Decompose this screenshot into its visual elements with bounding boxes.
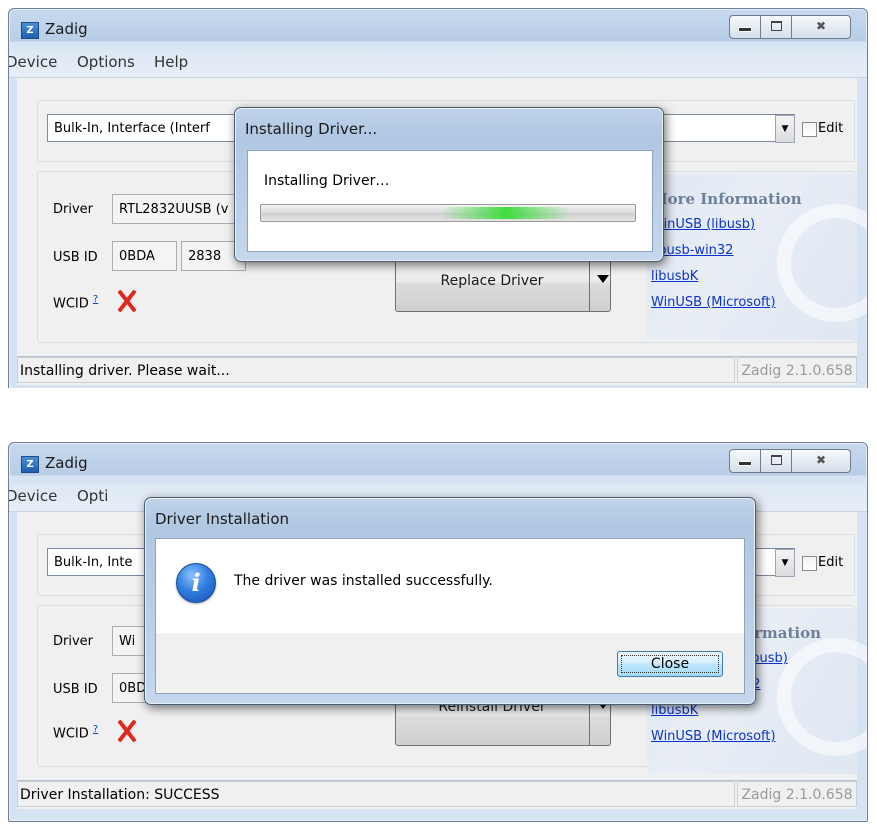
- more-info-title: More Information: [651, 190, 802, 208]
- minimize-button[interactable]: [729, 15, 761, 39]
- version-label: Zadig 2.1.0.658: [737, 357, 857, 383]
- menu-device[interactable]: Device: [9, 487, 57, 505]
- replace-driver-label: Replace Driver: [440, 273, 544, 289]
- menu-bar: Device Options Help: [9, 49, 867, 78]
- dialog-body: Installing Driver…: [247, 150, 653, 252]
- wcid-text: WCID: [53, 296, 89, 312]
- decorative-ring: [777, 638, 867, 756]
- chevron-down-icon[interactable]: ▼: [775, 115, 795, 143]
- wcid-cross-icon: [115, 720, 137, 742]
- wcid-text: WCID: [53, 726, 89, 742]
- link-winusb-microsoft[interactable]: WinUSB (Microsoft): [651, 729, 776, 744]
- close-window-button[interactable]: ✖: [791, 449, 851, 473]
- link-libusbk[interactable]: libusbK: [651, 269, 698, 284]
- usb-vid-field: 0BDA: [112, 241, 177, 271]
- progress-glow: [441, 207, 571, 219]
- menu-options[interactable]: Opti: [77, 487, 108, 505]
- edit-checkbox[interactable]: [802, 556, 817, 571]
- maximize-button[interactable]: [760, 449, 792, 473]
- status-bar: Installing driver. Please wait... Zadig …: [17, 356, 857, 385]
- message-area: i The driver was installed successfully.: [156, 539, 744, 633]
- wcid-cross-icon: [115, 290, 137, 312]
- close-icon: ✖: [815, 453, 827, 467]
- status-text: Installing driver. Please wait...: [17, 357, 735, 383]
- maximize-icon: [770, 21, 782, 31]
- zadig-app-icon: Z: [21, 22, 39, 39]
- title-bar[interactable]: Z Zadig ✖: [9, 443, 867, 483]
- progress-message: Installing Driver…: [264, 173, 390, 189]
- version-label: Zadig 2.1.0.658: [737, 781, 857, 807]
- link-winusb-microsoft[interactable]: WinUSB (Microsoft): [651, 295, 776, 310]
- chevron-down-icon[interactable]: [597, 275, 609, 283]
- dialog-title: Installing Driver...: [245, 120, 378, 138]
- driver-label: Driver: [53, 634, 94, 649]
- minimize-button[interactable]: [729, 449, 761, 473]
- wcid-help-link[interactable]: ?: [93, 294, 98, 305]
- edit-label: Edit: [818, 555, 844, 570]
- usbid-label: USB ID: [53, 682, 98, 697]
- installing-driver-dialog: Installing Driver... Installing Driver…: [234, 107, 664, 262]
- success-message: The driver was installed successfully.: [234, 573, 493, 589]
- usbid-label: USB ID: [53, 250, 98, 265]
- wcid-label: WCID ?: [53, 724, 98, 741]
- wcid-help-link[interactable]: ?: [93, 724, 98, 735]
- dialog-title: Driver Installation: [155, 510, 290, 528]
- driver-installation-dialog: Driver Installation i The driver was ins…: [144, 497, 756, 705]
- edit-label: Edit: [818, 121, 844, 136]
- close-icon: ✖: [815, 19, 827, 33]
- menu-options[interactable]: Options: [77, 53, 135, 71]
- focus-rect: [621, 655, 719, 673]
- background-strip: [0, 388, 877, 408]
- minimize-icon: [738, 27, 752, 32]
- chevron-down-icon[interactable]: ▼: [775, 549, 795, 577]
- driver-label: Driver: [53, 202, 94, 217]
- decorative-ring: [777, 204, 867, 322]
- close-window-button[interactable]: ✖: [791, 15, 851, 39]
- window-title: Zadig: [45, 454, 88, 472]
- zadig-app-icon: Z: [21, 456, 39, 473]
- window-title: Zadig: [45, 20, 88, 38]
- progress-bar: [260, 204, 636, 222]
- close-button[interactable]: Close: [617, 651, 723, 677]
- edit-checkbox[interactable]: [802, 122, 817, 137]
- maximize-icon: [770, 455, 782, 465]
- menu-help[interactable]: Help: [154, 53, 188, 71]
- maximize-button[interactable]: [760, 15, 792, 39]
- status-bar: Driver Installation: SUCCESS Zadig 2.1.0…: [17, 780, 857, 809]
- split-divider: [589, 257, 590, 311]
- status-text: Driver Installation: SUCCESS: [17, 781, 735, 807]
- info-icon: i: [176, 563, 216, 603]
- dialog-body: i The driver was installed successfully.…: [155, 538, 745, 694]
- minimize-icon: [738, 461, 752, 466]
- link-winusb-libusb[interactable]: WinUSB (libusb): [651, 217, 755, 232]
- menu-device[interactable]: Device: [9, 53, 57, 71]
- more-info-panel: More Information WinUSB (libusb) libusb-…: [647, 174, 867, 340]
- link-libusbk[interactable]: libusbK: [651, 703, 698, 718]
- wcid-label: WCID ?: [53, 294, 98, 311]
- replace-driver-button[interactable]: Replace Driver: [395, 256, 611, 312]
- title-bar[interactable]: Z Zadig ✖: [9, 9, 867, 49]
